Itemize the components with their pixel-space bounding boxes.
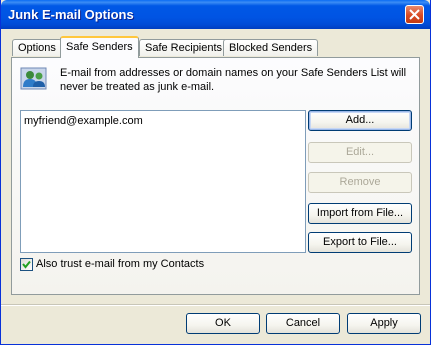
safe-senders-panel: E-mail from addresses or domain names on… <box>11 57 420 295</box>
close-button[interactable] <box>405 5 424 24</box>
ok-button[interactable]: OK <box>186 313 260 334</box>
tab-blocked-senders[interactable]: Blocked Senders <box>223 39 319 56</box>
tab-safe-recipients[interactable]: Safe Recipients <box>139 39 229 56</box>
window-title: Junk E-mail Options <box>8 7 134 22</box>
users-icon <box>20 66 48 92</box>
import-from-file-button[interactable]: Import from File... <box>308 203 412 224</box>
apply-button[interactable]: Apply <box>347 313 421 334</box>
cancel-button[interactable]: Cancel <box>266 313 340 334</box>
checkmark-icon <box>22 260 31 269</box>
footer-divider <box>1 304 430 306</box>
tab-safe-senders[interactable]: Safe Senders <box>60 36 139 58</box>
info-text: E-mail from addresses or domain names on… <box>60 67 407 93</box>
tab-options[interactable]: Options <box>12 39 62 56</box>
edit-button[interactable]: Edit... <box>308 142 412 163</box>
remove-button[interactable]: Remove <box>308 172 412 193</box>
export-to-file-button[interactable]: Export to File... <box>308 232 412 253</box>
add-button[interactable]: Add... <box>308 110 412 131</box>
title-bar[interactable]: Junk E-mail Options <box>1 0 430 29</box>
close-icon <box>409 9 420 20</box>
junk-email-options-dialog: Junk E-mail Options Options Safe Senders… <box>0 0 431 345</box>
safe-senders-list[interactable]: myfriend@example.com <box>20 110 306 253</box>
trust-contacts-checkbox[interactable] <box>20 258 33 271</box>
list-item[interactable]: myfriend@example.com <box>24 115 143 127</box>
trust-contacts-label: Also trust e-mail from my Contacts <box>36 258 205 270</box>
